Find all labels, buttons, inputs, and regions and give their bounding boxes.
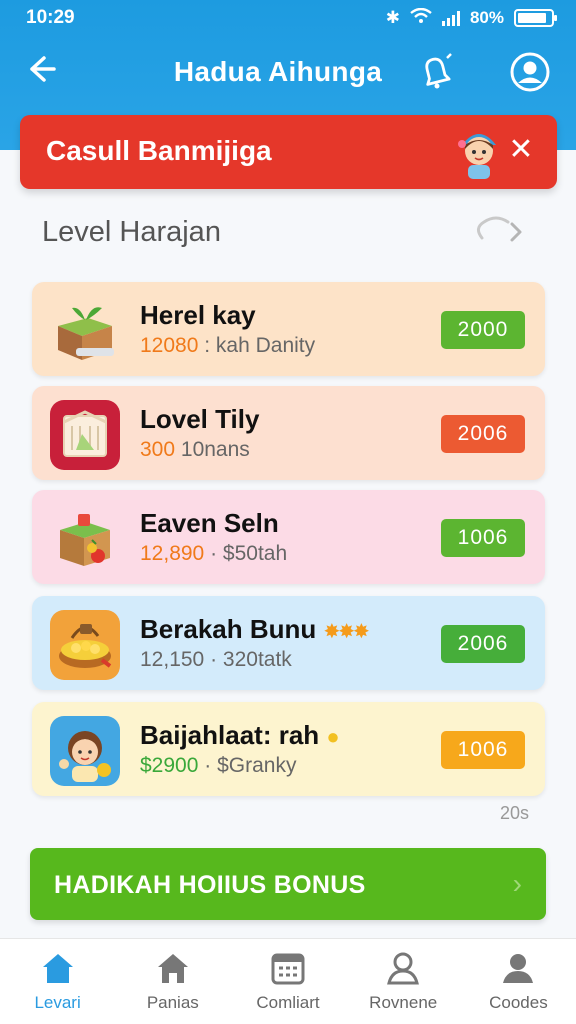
item-subtitle: 300 10nans [140, 438, 250, 462]
section-title: Level Harajan [42, 216, 221, 248]
battery-icon [514, 9, 557, 27]
chevron-right-icon: › [512, 868, 522, 899]
banner-text: Casull Banmijiga [46, 135, 272, 166]
item-name: Lovel Tily [140, 404, 260, 434]
refresh-icon[interactable] [468, 210, 528, 252]
item-separator: · [204, 542, 223, 565]
profile-icon[interactable] [508, 50, 552, 94]
list-item[interactable]: Herel kay 12080 : kah Danity 2000 [32, 282, 545, 376]
status-time: 10:29 [26, 7, 75, 28]
item-separator: : [198, 334, 216, 357]
user-icon [503, 954, 534, 983]
bonus-label: HADIKAH HOIIUS BONUS [54, 871, 366, 899]
app-bar: Hadua Aihunga [0, 40, 576, 104]
calendar-icon [271, 953, 305, 985]
house-icon [157, 954, 188, 983]
frame-app-icon [50, 400, 120, 470]
girl-character-icon [50, 716, 120, 786]
item-detail: $Granky [217, 754, 297, 777]
item-subtitle: 12,890 · $50tah [140, 542, 287, 566]
coin-icon: ● [326, 724, 340, 749]
price-chip[interactable]: 2006 [441, 415, 525, 453]
item-separator: · [198, 754, 218, 777]
item-detail: 10nans [180, 438, 250, 461]
price-chip[interactable]: 1006 [441, 731, 525, 769]
status-bar: 10:29 ✱ 80% [26, 6, 557, 30]
nav-label: Rovnene [369, 993, 438, 1012]
item-detail: kah Danity [215, 334, 316, 357]
item-value: 12080 [140, 334, 199, 357]
gold-basket-icon [50, 610, 120, 680]
close-icon[interactable]: ✕ [505, 135, 537, 167]
nav-item-rovnene[interactable]: Rovnene [346, 939, 461, 1024]
wifi-icon [410, 7, 432, 29]
item-name: Herel kay [140, 300, 256, 330]
item-value: 12,890 [140, 542, 205, 565]
nav-item-comliart[interactable]: Comliart [230, 939, 345, 1024]
item-value: 300 [140, 438, 176, 461]
item-detail: 320tatk [222, 648, 292, 671]
item-name-text: Baijahlaat: rah [140, 720, 320, 750]
bluetooth-icon: ✱ [385, 8, 400, 27]
price-chip[interactable]: 2006 [441, 625, 525, 663]
nav-label: Panias [146, 993, 199, 1012]
item-detail: $50tah [222, 542, 288, 565]
list-item[interactable]: Berakah Bunu ✸✸✸ 12,150 · 320tatk 2006 [32, 596, 545, 690]
nav-label: Comliart [256, 993, 320, 1012]
item-value: 12,150 [140, 648, 205, 671]
signal-icon [441, 10, 460, 26]
list-item[interactable]: Eaven Seln 12,890 · $50tah 1006 [32, 490, 545, 584]
nav-item-levari[interactable]: Levari [0, 939, 115, 1024]
item-name-text: Berakah Bunu [140, 614, 317, 644]
list-item[interactable]: Baijahlaat: rah ● $2900 · $Granky 1006 [32, 702, 545, 796]
list-item[interactable]: Lovel Tily 300 10nans 2006 [32, 386, 545, 480]
item-value: $2900 [140, 754, 199, 777]
item-name: Berakah Bunu ✸✸✸ [140, 614, 370, 645]
item-separator: · [204, 648, 223, 671]
character-avatar-icon [448, 121, 510, 183]
battery-percent: 80% [469, 8, 504, 27]
status-icons: ✱ 80% [385, 7, 557, 29]
gift-crate-icon [50, 504, 120, 574]
nav-item-panias[interactable]: Panias [115, 939, 230, 1024]
bottom-navigation: Levari Panias Comliart Rovnene Coodes [0, 938, 576, 1024]
stars-icon: ✸✸✸ [323, 621, 370, 643]
notification-bell-icon[interactable] [414, 50, 458, 94]
nav-label: Coodes [489, 993, 548, 1012]
plant-box-icon [50, 296, 120, 366]
item-subtitle: 12,150 · 320tatk [140, 648, 292, 672]
list-footnote: 20s [500, 803, 530, 823]
price-chip[interactable]: 1006 [441, 519, 525, 557]
price-chip[interactable]: 2000 [441, 311, 525, 349]
home-icon [42, 954, 73, 983]
nav-label: Levari [34, 993, 81, 1012]
item-name: Baijahlaat: rah ● [140, 720, 340, 751]
item-subtitle: 12080 : kah Danity [140, 334, 315, 358]
item-name: Eaven Seln [140, 508, 279, 538]
nav-item-coodes[interactable]: Coodes [461, 939, 576, 1024]
person-icon [387, 952, 420, 985]
item-subtitle: $2900 · $Granky [140, 754, 296, 778]
bonus-button[interactable]: HADIKAH HOIIUS BONUS › [30, 848, 546, 920]
promo-banner[interactable]: Casull Banmijiga ✕ [20, 115, 557, 189]
page-title: Hadua Aihunga [173, 56, 383, 87]
